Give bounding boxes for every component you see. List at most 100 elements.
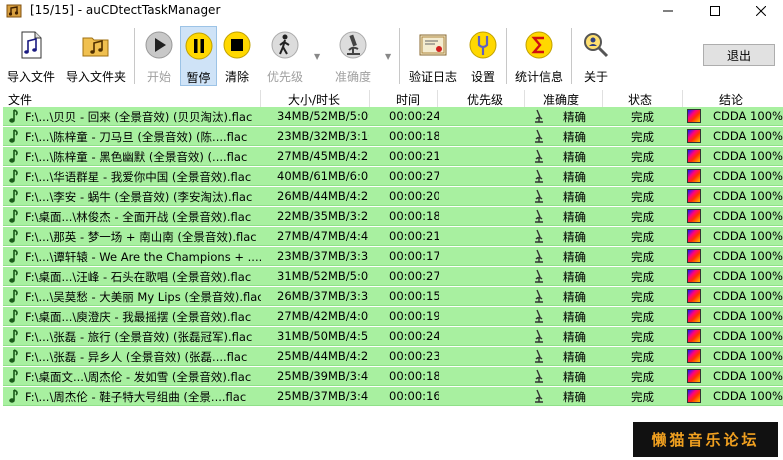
spectrum-icon — [687, 389, 701, 403]
time-cell: 00:00:27 — [389, 169, 439, 183]
statistics-button[interactable]: 统计信息 — [511, 26, 567, 86]
table-row[interactable]: F:\...\周杰伦 - 鞋子特大号组曲 (全景....flac 25MB/37M… — [3, 387, 783, 406]
column-header-result[interactable]: 结论 — [719, 91, 743, 108]
table-row[interactable]: F:\...\张磊 - 异乡人 (全景音效) (张磊....flac 25MB/4… — [3, 347, 783, 366]
status-cell: 完成 — [631, 250, 654, 264]
import-folder-label: 导入文件夹 — [65, 70, 126, 84]
minimize-button[interactable] — [645, 0, 691, 22]
size-cell: 31MB/52MB/5:09 — [277, 269, 369, 283]
file-cell: F:\桌面...\汪峰 - 石头在歌唱 (全景音效).flac — [25, 270, 252, 284]
verify-log-button[interactable]: 验证日志 — [405, 26, 461, 86]
table-row[interactable]: F:\...\贝贝 - 回来 (全景音效) (贝贝淘汰).flac 34MB/52… — [3, 107, 783, 126]
spectrum-icon — [687, 269, 701, 283]
microscope-small-icon — [535, 309, 543, 323]
file-cell: F:\...\张磊 - 异乡人 (全景音效) (张磊....flac — [25, 350, 248, 364]
table-row[interactable]: F:\桌面...\庾澄庆 - 我最摇摆 (全景音效).flac 27MB/42MB… — [3, 307, 783, 326]
column-divider[interactable] — [437, 90, 438, 107]
toolbar: 导入文件 导入文件夹 开始 暂停 清除 优先级 ▼ 准确度 ▼ 验证日志 设置 … — [0, 22, 783, 91]
spectrum-icon — [687, 289, 701, 303]
accuracy-cell: 精确 — [563, 150, 586, 164]
settings-button[interactable]: 设置 — [465, 26, 501, 86]
import-file-button[interactable]: 导入文件 — [2, 26, 60, 86]
settings-label: 设置 — [470, 70, 495, 84]
result-cell: CDDA 100% — [713, 309, 783, 323]
column-header-time[interactable]: 时间 — [396, 91, 420, 108]
time-cell: 00:00:21 — [389, 149, 439, 163]
size-cell: 31MB/50MB/4:55 — [277, 329, 369, 343]
music-note-icon — [9, 149, 18, 163]
maximize-button[interactable] — [692, 0, 738, 22]
statistics-label: 统计信息 — [514, 70, 563, 84]
spectrum-icon — [687, 329, 701, 343]
size-cell: 22MB/35MB/3:27 — [277, 209, 369, 223]
import-folder-button[interactable]: 导入文件夹 — [62, 26, 130, 86]
music-note-icon — [9, 229, 18, 243]
table-row[interactable]: F:\...\李安 - 蜗牛 (全景音效) (李安淘汰).flac 26MB/44… — [3, 187, 783, 206]
priority-button[interactable]: 优先级 — [261, 26, 309, 86]
accuracy-cell: 精确 — [563, 310, 586, 324]
accuracy-label: 准确度 — [334, 70, 371, 84]
start-label: 开始 — [146, 70, 171, 84]
size-cell: 25MB/44MB/4:23 — [277, 349, 369, 363]
close-button[interactable] — [738, 0, 783, 22]
column-header-priority[interactable]: 优先级 — [467, 91, 503, 108]
microscope-small-icon — [535, 389, 543, 403]
accuracy-dropdown-arrow-icon[interactable]: ▼ — [385, 52, 391, 61]
clear-button[interactable]: 清除 — [219, 26, 255, 86]
file-cell: F:\...\贝贝 - 回来 (全景音效) (贝贝淘汰).flac — [25, 110, 253, 124]
result-cell: CDDA 100% — [713, 129, 783, 143]
accuracy-cell: 精确 — [563, 250, 586, 264]
table-row[interactable]: F:\...\那英 - 梦一场 + 南山南 (全景音效).flac 27MB/47… — [3, 227, 783, 246]
time-cell: 00:00:15 — [389, 289, 439, 303]
column-divider[interactable] — [369, 90, 370, 107]
table-row[interactable]: F:\...\谭轩辕 - We Are the Champions + ....… — [3, 247, 783, 266]
table-row[interactable]: F:\...\陈梓童 - 黑色幽默 (全景音效) (....flac 27MB/4… — [3, 147, 783, 166]
column-divider[interactable] — [524, 90, 525, 107]
time-cell: 00:00:21 — [389, 229, 439, 243]
result-cell: CDDA 100% — [713, 369, 783, 383]
toolbar-separator — [134, 28, 135, 84]
toolbar-separator — [399, 28, 400, 84]
table-row[interactable]: F:\...\华语群星 - 我爱你中国 (全景音效).flac 40MB/61MB… — [3, 167, 783, 186]
status-cell: 完成 — [631, 230, 654, 244]
about-button[interactable]: 关于 — [577, 26, 615, 86]
status-cell: 完成 — [631, 170, 654, 184]
title-bar: [15/15] - auCDtectTaskManager — [0, 0, 783, 22]
accuracy-button[interactable]: 准确度 — [328, 26, 378, 86]
column-header-status[interactable]: 状态 — [628, 91, 652, 108]
spectrum-icon — [687, 249, 701, 263]
table-row[interactable]: F:\桌面文...\周杰伦 - 发如雪 (全景音效).flac 25MB/39MB… — [3, 367, 783, 386]
table-row[interactable]: F:\桌面...\林俊杰 - 全面开战 (全景音效).flac 22MB/35MB… — [3, 207, 783, 226]
column-divider[interactable] — [602, 90, 603, 107]
exit-button[interactable]: 退出 — [703, 44, 775, 66]
clear-label: 清除 — [224, 70, 249, 84]
table-row[interactable]: F:\...\陈梓童 - 刀马旦 (全景音效) (陈....flac 23MB/3… — [3, 127, 783, 146]
music-note-icon — [9, 389, 18, 403]
spectrum-icon — [687, 229, 701, 243]
spectrum-icon — [687, 189, 701, 203]
microscope-small-icon — [535, 169, 543, 183]
column-divider[interactable] — [682, 90, 683, 107]
music-note-icon — [9, 309, 18, 323]
time-cell: 00:00:18 — [389, 129, 439, 143]
file-cell: F:\...\陈梓童 - 黑色幽默 (全景音效) (....flac — [25, 150, 248, 164]
pause-button[interactable]: 暂停 — [180, 26, 217, 86]
table-row[interactable]: F:\...\吴莫愁 - 大美丽 My Lips (全景音效).flac 26MB… — [3, 287, 783, 306]
spectrum-icon — [687, 309, 701, 323]
file-cell: F:\...\谭轩辕 - We Are the Champions + ....… — [25, 250, 261, 264]
column-header-file[interactable]: 文件 — [8, 91, 32, 108]
music-note-icon — [9, 269, 18, 283]
column-header-size[interactable]: 大小/时长 — [288, 91, 340, 108]
column-header-accuracy[interactable]: 准确度 — [543, 91, 579, 108]
table-row[interactable]: F:\...\张磊 - 旅行 (全景音效) (张磊冠军).flac 31MB/50… — [3, 327, 783, 346]
column-divider[interactable] — [260, 90, 261, 107]
verify-log-label: 验证日志 — [408, 70, 457, 84]
music-note-icon — [9, 109, 18, 123]
microscope-small-icon — [535, 129, 543, 143]
pause-icon — [185, 32, 212, 60]
table-row[interactable]: F:\桌面...\汪峰 - 石头在歌唱 (全景音效).flac 31MB/52MB… — [3, 267, 783, 286]
priority-dropdown-arrow-icon[interactable]: ▼ — [314, 52, 320, 61]
music-note-icon — [9, 209, 18, 223]
microscope-small-icon — [535, 149, 543, 163]
start-button[interactable]: 开始 — [139, 26, 179, 86]
